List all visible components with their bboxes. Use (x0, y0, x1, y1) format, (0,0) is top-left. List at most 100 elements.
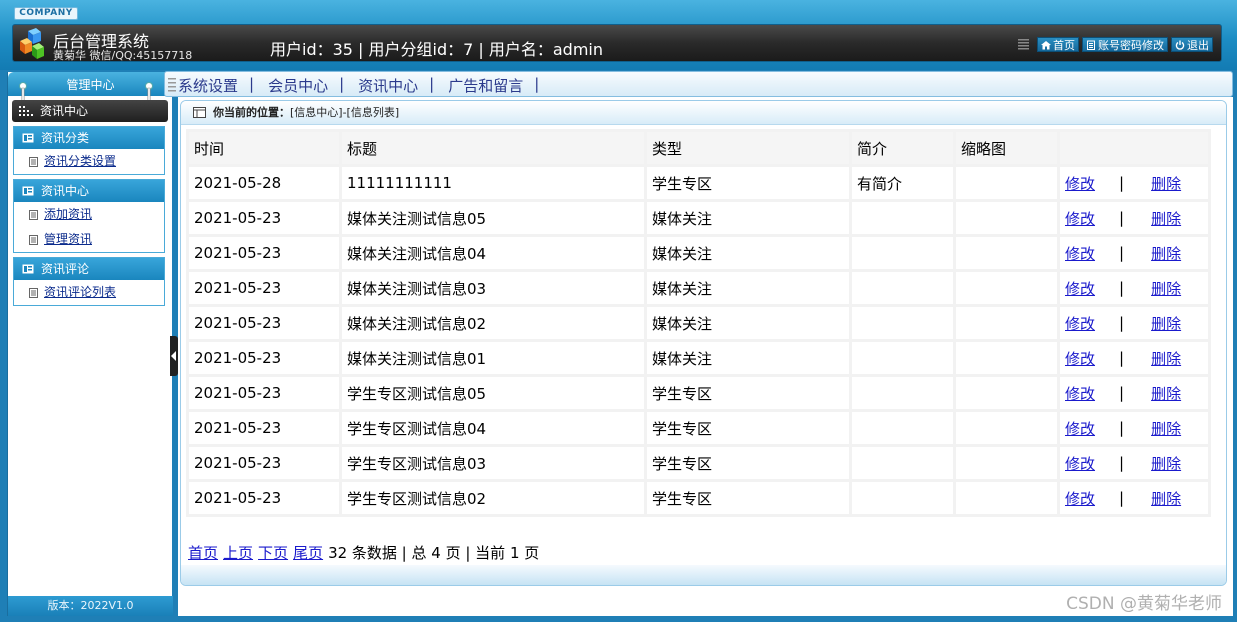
menu-item-news-center[interactable]: 资讯中心 (358, 75, 418, 96)
edit-link[interactable]: 修改 (1065, 418, 1095, 439)
delete-link[interactable]: 删除 (1151, 488, 1181, 509)
cell-thumbnail (956, 167, 1057, 199)
sidebar-item-comment-list[interactable]: 资讯评论列表 (14, 280, 164, 305)
cell-actions: 修改 | 删除 (1060, 447, 1208, 479)
cell-type: 学生专区 (647, 447, 849, 479)
cell-actions: 修改 | 删除 (1060, 272, 1208, 304)
sidebar-group-header[interactable]: 资讯评论 (14, 258, 164, 280)
table-row: 2021-05-23 媒体关注测试信息01 媒体关注 修改 | 删除 (189, 342, 1208, 374)
table-row: 2021-05-28 11111111111 学生专区 有简介 修改 | 删除 (189, 167, 1208, 199)
cell-actions: 修改 | 删除 (1060, 412, 1208, 444)
delete-link[interactable]: 删除 (1151, 418, 1181, 439)
cell-actions: 修改 | 删除 (1060, 377, 1208, 409)
list-panel: 你当前的位置：[信息中心]-[信息列表] 时间 标题 类型 简介 缩略图 202… (180, 100, 1227, 586)
cell-time: 2021-05-23 (189, 202, 339, 234)
cell-type: 媒体关注 (647, 202, 849, 234)
sidebar-collapse-toggle[interactable] (170, 336, 178, 376)
action-separator: | (1119, 314, 1125, 332)
edit-link[interactable]: 修改 (1065, 208, 1095, 229)
pager-prev[interactable]: 上页 (223, 544, 253, 562)
version-label: 版本：2022V1.0 (8, 596, 173, 616)
delete-link[interactable]: 删除 (1151, 278, 1181, 299)
edit-link[interactable]: 修改 (1065, 313, 1095, 334)
main-content: 你当前的位置：[信息中心]-[信息列表] 时间 标题 类型 简介 缩略图 202… (178, 97, 1233, 616)
edit-link[interactable]: 修改 (1065, 173, 1095, 194)
pager-next[interactable]: 下页 (258, 544, 288, 562)
sidebar-item-label: 管理资讯 (44, 232, 93, 246)
delete-link[interactable]: 删除 (1151, 453, 1181, 474)
window-icon (193, 107, 206, 118)
edit-link[interactable]: 修改 (1065, 243, 1095, 264)
cell-thumbnail (956, 237, 1057, 269)
sidebar-group-header[interactable]: 资讯中心 (14, 180, 164, 202)
row-actions: 修改 | 删除 (1065, 173, 1203, 194)
delete-link[interactable]: 删除 (1151, 173, 1181, 194)
edit-link[interactable]: 修改 (1065, 383, 1095, 404)
cell-title: 学生专区测试信息05 (342, 377, 644, 409)
delete-link[interactable]: 删除 (1151, 243, 1181, 264)
top-menu: 系统设置 | 会员中心 | 资讯中心 | 广告和留言 | (164, 71, 1233, 97)
cell-title: 媒体关注测试信息04 (342, 237, 644, 269)
sidebar-item-add-news[interactable]: 添加资讯 (14, 202, 164, 227)
cell-thumbnail (956, 202, 1057, 234)
sidebar-current-label: 资讯中心 (40, 104, 89, 118)
edit-link[interactable]: 修改 (1065, 453, 1095, 474)
menu-item-member-center[interactable]: 会员中心 (268, 75, 328, 96)
home-link[interactable]: 首页 (1037, 37, 1079, 52)
logout-link[interactable]: 退出 (1171, 37, 1213, 52)
delete-link[interactable]: 删除 (1151, 348, 1181, 369)
column-header: 标题 (342, 132, 644, 164)
cell-type: 学生专区 (647, 377, 849, 409)
table-row: 2021-05-23 学生专区测试信息05 学生专区 修改 | 删除 (189, 377, 1208, 409)
sidebar-group-title: 资讯分类 (41, 131, 90, 145)
sidebar-item-category-settings[interactable]: 资讯分类设置 (14, 149, 164, 174)
edit-link[interactable]: 修改 (1065, 488, 1095, 509)
row-actions: 修改 | 删除 (1065, 453, 1203, 474)
pager-first[interactable]: 首页 (188, 544, 218, 562)
home-icon (1041, 40, 1051, 49)
sidebar-current-section[interactable]: 资讯中心 (12, 100, 168, 122)
cell-brief (852, 377, 953, 409)
cell-time: 2021-05-23 (189, 272, 339, 304)
delete-link[interactable]: 删除 (1151, 313, 1181, 334)
edit-link[interactable]: 修改 (1065, 348, 1095, 369)
cell-time: 2021-05-23 (189, 377, 339, 409)
news-table: 时间 标题 类型 简介 缩略图 2021-05-28 11111111111 学生专… (186, 129, 1211, 517)
cell-actions: 修改 | 删除 (1060, 482, 1208, 514)
user-info: 用户id：35 | 用户分组id：7 | 用户名：admin (270, 40, 604, 59)
pager-last[interactable]: 尾页 (293, 544, 323, 562)
cell-title: 媒体关注测试信息02 (342, 307, 644, 339)
power-icon (1175, 40, 1185, 50)
action-separator: | (1119, 244, 1125, 262)
top-links: 首页 账号密码修改 退出 (1018, 37, 1213, 52)
grip-icon (168, 78, 176, 92)
menu-item-system-settings[interactable]: 系统设置 (178, 75, 238, 96)
document-icon (1087, 40, 1095, 50)
cell-title: 媒体关注测试信息01 (342, 342, 644, 374)
sidebar-item-label: 资讯分类设置 (44, 154, 117, 168)
action-separator: | (1119, 209, 1125, 227)
edit-link[interactable]: 修改 (1065, 278, 1095, 299)
cell-time: 2021-05-23 (189, 412, 339, 444)
home-link-label: 首页 (1053, 38, 1075, 52)
grip-icon (1018, 39, 1029, 50)
sidebar-group-header[interactable]: 资讯分类 (14, 127, 164, 149)
panel-icon (22, 264, 34, 274)
triangle-left-icon (171, 351, 176, 361)
panel-icon (22, 186, 34, 196)
action-separator: | (1119, 279, 1125, 297)
sidebar: 管理中心 资讯中心 资讯分类 资讯分类设置 资讯中心 添加资讯 管理资讯 资讯评… (7, 72, 173, 616)
cell-title: 学生专区测试信息04 (342, 412, 644, 444)
logo-cubes-icon (20, 28, 44, 59)
cell-type: 学生专区 (647, 482, 849, 514)
table-row: 2021-05-23 学生专区测试信息02 学生专区 修改 | 删除 (189, 482, 1208, 514)
delete-link[interactable]: 删除 (1151, 383, 1181, 404)
menu-item-ads-messages[interactable]: 广告和留言 (448, 75, 523, 96)
delete-link[interactable]: 删除 (1151, 208, 1181, 229)
sidebar-item-manage-news[interactable]: 管理资讯 (14, 227, 164, 252)
change-password-link[interactable]: 账号密码修改 (1082, 37, 1168, 52)
system-author: 黄菊华 微信/QQ:45157718 (53, 49, 193, 62)
change-password-label: 账号密码修改 (1098, 38, 1164, 52)
cell-type: 学生专区 (647, 412, 849, 444)
cell-title: 媒体关注测试信息05 (342, 202, 644, 234)
